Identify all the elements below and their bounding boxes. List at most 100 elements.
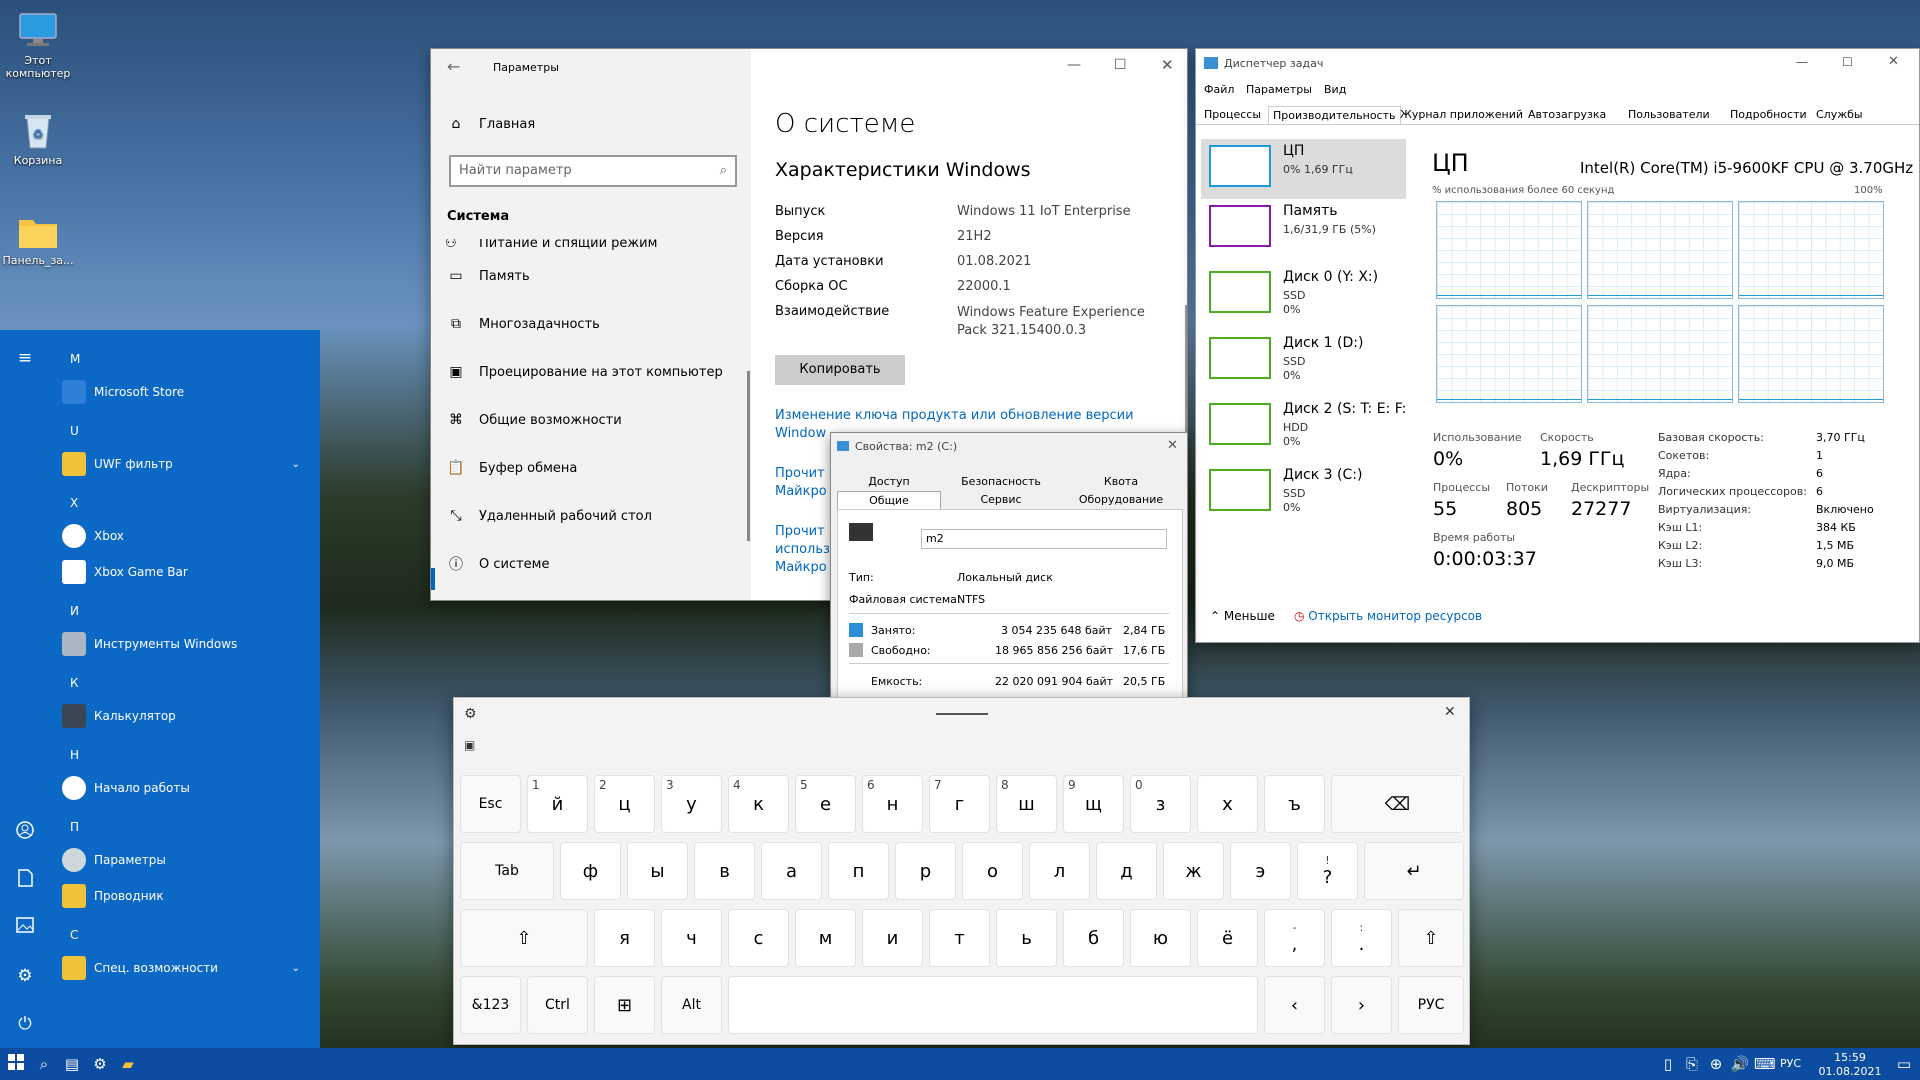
start-app-calculator[interactable]: Калькулятор bbox=[62, 701, 312, 731]
key-space[interactable] bbox=[728, 976, 1258, 1034]
usb-icon[interactable]: ⎘ bbox=[1682, 1054, 1702, 1074]
desktop-icon-this-pc[interactable]: Этот компьютер bbox=[0, 12, 76, 80]
perf-item-disk1[interactable]: Диск 1 (D:) SSD 0% bbox=[1201, 331, 1406, 391]
desktop-icon-recycle-bin[interactable]: ♻ Корзина bbox=[0, 112, 76, 167]
key[interactable]: в bbox=[694, 842, 755, 900]
maximize-button[interactable]: ☐ bbox=[1114, 57, 1127, 73]
start-app-microsoft-store[interactable]: Microsoft Store bbox=[62, 377, 312, 407]
start-app-explorer[interactable]: Проводник bbox=[62, 881, 312, 911]
key[interactable]: х bbox=[1197, 775, 1258, 833]
clock-time[interactable]: 15:59 bbox=[1824, 1051, 1876, 1064]
task-manager-taskbar-icon[interactable]: ▤ bbox=[62, 1054, 82, 1074]
power-icon[interactable]: ⏻ bbox=[13, 1012, 37, 1036]
key-right[interactable]: › bbox=[1331, 976, 1392, 1034]
key[interactable]: 7г bbox=[929, 775, 990, 833]
explorer-taskbar-icon[interactable]: ▰ bbox=[118, 1054, 138, 1074]
key-symbols[interactable]: &123 bbox=[460, 976, 521, 1034]
emoji-icon[interactable]: ▣ bbox=[464, 738, 475, 752]
tab-general[interactable]: Общие bbox=[837, 491, 941, 509]
key[interactable]: с bbox=[728, 909, 789, 967]
start-app-get-started[interactable]: Начало работы bbox=[62, 773, 312, 803]
services-link[interactable]: Прочит использ Майкро bbox=[775, 523, 830, 577]
perf-item-disk3[interactable]: Диск 3 (C:) SSD 0% bbox=[1201, 463, 1406, 523]
tab-sharing[interactable]: Доступ bbox=[837, 473, 941, 491]
minimize-button[interactable]: — bbox=[1796, 55, 1808, 69]
settings-nav-clipboard[interactable]: 📋 Буфер обмена bbox=[445, 454, 577, 482]
tab-tools[interactable]: Сервис bbox=[941, 491, 1061, 509]
key[interactable]: ы bbox=[627, 842, 688, 900]
key-shift-right[interactable]: ⇧ bbox=[1398, 909, 1464, 967]
letter-header[interactable]: П bbox=[70, 820, 79, 834]
nav-scrollbar[interactable] bbox=[747, 371, 750, 541]
key[interactable]: т bbox=[929, 909, 990, 967]
key-esc[interactable]: Esc bbox=[460, 775, 521, 833]
search-input[interactable]: Найти параметр ⌕ bbox=[449, 155, 737, 187]
tab-hardware[interactable]: Оборудование bbox=[1061, 491, 1181, 509]
phone-icon[interactable]: ▯ bbox=[1658, 1054, 1678, 1074]
settings-nav-remote-desktop[interactable]: ⤡ Удаленный рабочий стол bbox=[445, 502, 652, 530]
key[interactable]: :. bbox=[1331, 909, 1392, 967]
desktop-icon-control-panel[interactable]: Панель_за... bbox=[0, 212, 76, 267]
key-alt[interactable]: Alt bbox=[661, 976, 722, 1034]
less-button[interactable]: ⌃ Меньше bbox=[1210, 609, 1275, 623]
key[interactable]: и bbox=[862, 909, 923, 967]
key[interactable]: б bbox=[1063, 909, 1124, 967]
network-icon[interactable]: ⊕ bbox=[1706, 1054, 1726, 1074]
key-windows[interactable]: ⊞ bbox=[594, 976, 655, 1034]
key[interactable]: я bbox=[594, 909, 655, 967]
drag-handle[interactable] bbox=[936, 713, 988, 715]
key[interactable]: ё bbox=[1197, 909, 1258, 967]
tab-quota[interactable]: Квота bbox=[1061, 473, 1181, 491]
key[interactable]: ь bbox=[996, 909, 1057, 967]
key[interactable]: ч bbox=[661, 909, 722, 967]
clock-date[interactable]: 01.08.2021 bbox=[1818, 1065, 1882, 1078]
start-app-uwf[interactable]: UWF фильтр ⌄ bbox=[62, 449, 312, 479]
maximize-button[interactable]: ☐ bbox=[1842, 55, 1853, 69]
start-app-xbox[interactable]: Xbox bbox=[62, 521, 312, 551]
key-ctrl[interactable]: Ctrl bbox=[527, 976, 588, 1034]
pictures-icon[interactable] bbox=[13, 916, 37, 940]
close-button[interactable]: ✕ bbox=[1161, 56, 1174, 74]
key[interactable]: ж bbox=[1163, 842, 1224, 900]
minimize-button[interactable]: — bbox=[1067, 57, 1081, 73]
letter-header[interactable]: M bbox=[70, 352, 80, 366]
resource-monitor-link[interactable]: ◷ Открыть монитор ресурсов bbox=[1294, 609, 1482, 623]
settings-nav-multitasking[interactable]: ⧉ Многозадачность bbox=[445, 310, 600, 338]
start-button[interactable] bbox=[6, 1054, 26, 1074]
license-link[interactable]: Прочит Майкро bbox=[775, 465, 827, 501]
close-icon[interactable]: ✕ bbox=[1444, 704, 1456, 720]
tab-services[interactable]: Службы bbox=[1812, 106, 1867, 124]
notifications-icon[interactable]: ▭ bbox=[1894, 1054, 1914, 1074]
copy-button[interactable]: Копировать bbox=[775, 355, 905, 385]
key[interactable]: р bbox=[895, 842, 956, 900]
key[interactable]: ф bbox=[560, 842, 621, 900]
key[interactable]: ъ bbox=[1264, 775, 1325, 833]
close-button[interactable]: ✕ bbox=[1888, 54, 1899, 69]
key[interactable]: 2ц bbox=[594, 775, 655, 833]
settings-nav-memory[interactable]: ▭ Память bbox=[445, 262, 529, 290]
start-app-settings[interactable]: Параметры bbox=[62, 845, 312, 875]
tab-users[interactable]: Пользователи bbox=[1624, 106, 1714, 124]
letter-header[interactable]: К bbox=[70, 676, 79, 690]
key[interactable]: ю bbox=[1130, 909, 1191, 967]
documents-icon[interactable] bbox=[13, 868, 37, 892]
user-icon[interactable] bbox=[13, 820, 37, 844]
perf-item-disk0[interactable]: Диск 0 (Y: X:) SSD 0% bbox=[1201, 265, 1406, 325]
letter-header[interactable]: С bbox=[70, 928, 78, 942]
key[interactable]: а bbox=[761, 842, 822, 900]
key[interactable]: !? bbox=[1297, 842, 1358, 900]
volume-icon[interactable]: 🔊 bbox=[1730, 1054, 1750, 1074]
key[interactable]: э bbox=[1230, 842, 1291, 900]
key-shift-left[interactable]: ⇧ bbox=[460, 909, 588, 967]
perf-item-disk2[interactable]: Диск 2 (S: T: E: F: G HDD 0% bbox=[1201, 397, 1408, 457]
settings-nav-about[interactable]: ⓘ О системе bbox=[445, 550, 549, 578]
settings-nav-shared[interactable]: ⌘ Общие возможности bbox=[445, 406, 622, 434]
letter-header[interactable]: Н bbox=[70, 748, 79, 762]
key[interactable]: 5е bbox=[795, 775, 856, 833]
key[interactable]: 9щ bbox=[1063, 775, 1124, 833]
key[interactable]: 1й bbox=[527, 775, 588, 833]
key[interactable]: о bbox=[962, 842, 1023, 900]
hamburger-icon[interactable]: ≡ bbox=[13, 346, 37, 370]
key[interactable]: 6н bbox=[862, 775, 923, 833]
key-left[interactable]: ‹ bbox=[1264, 976, 1325, 1034]
